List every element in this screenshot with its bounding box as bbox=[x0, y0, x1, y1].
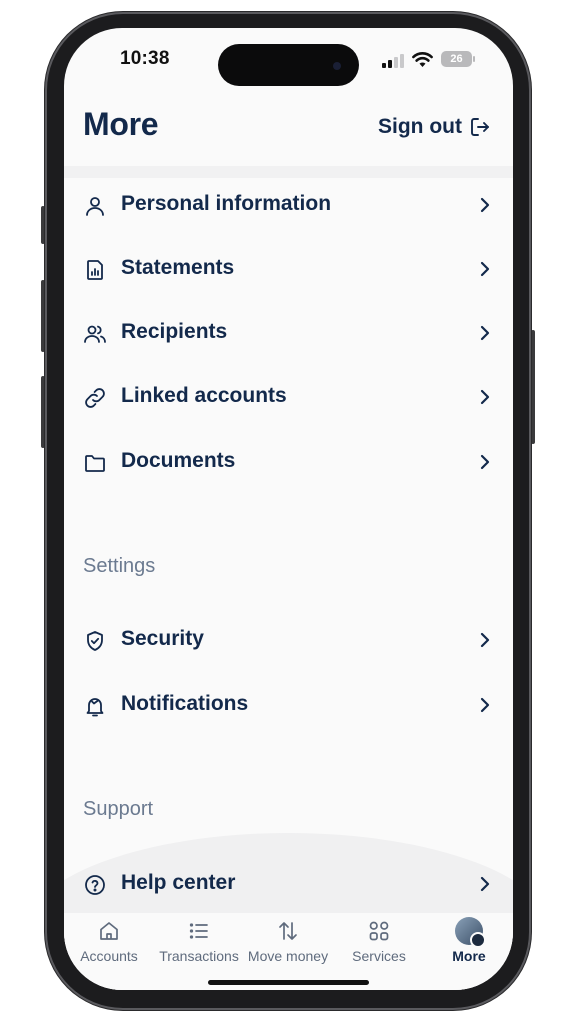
section-heading-settings: Settings bbox=[83, 555, 156, 577]
menu-item-label: Documents bbox=[121, 449, 236, 472]
list-icon bbox=[189, 923, 208, 939]
user-icon bbox=[86, 197, 104, 216]
chevron-right-icon bbox=[480, 389, 490, 405]
shield-check-icon bbox=[87, 631, 103, 651]
page-title: More bbox=[83, 106, 159, 142]
sign-out-label: Sign out bbox=[378, 115, 462, 138]
header-divider bbox=[64, 166, 513, 178]
avatar-icon bbox=[455, 917, 486, 948]
recipients-icon bbox=[84, 325, 106, 343]
chevron-right-icon bbox=[480, 454, 490, 470]
tab-services[interactable]: Services bbox=[334, 913, 424, 973]
chevron-right-icon bbox=[480, 261, 490, 277]
tab-label: More bbox=[452, 948, 486, 964]
menu-item-help-center[interactable]: Help center bbox=[64, 859, 513, 909]
avatar bbox=[455, 917, 486, 948]
sign-out-icon bbox=[471, 118, 489, 136]
tab-move-money[interactable]: Move money bbox=[244, 913, 332, 973]
tab-label: Transactions bbox=[159, 948, 239, 964]
menu-item-label: Security bbox=[121, 627, 204, 650]
menu-item-label: Statements bbox=[121, 256, 235, 279]
help-circle-icon bbox=[85, 875, 105, 895]
menu-item-label: Help center bbox=[121, 871, 236, 894]
menu-item-personal-information[interactable]: Personal information bbox=[64, 180, 513, 230]
status-time: 10:38 bbox=[120, 48, 170, 69]
menu-item-linked-accounts[interactable]: Linked accounts bbox=[64, 372, 513, 422]
menu-item-label: Notifications bbox=[121, 692, 249, 715]
section-heading-support: Support bbox=[83, 798, 154, 820]
battery-level: 26 bbox=[450, 53, 463, 65]
menu-item-label: Linked accounts bbox=[121, 384, 287, 407]
transfer-arrows-icon bbox=[279, 922, 297, 940]
menu-badge-icon bbox=[470, 932, 486, 948]
home-icon bbox=[100, 922, 118, 940]
tab-transactions[interactable]: Transactions bbox=[154, 913, 244, 973]
link-icon bbox=[85, 388, 105, 408]
wifi-icon bbox=[412, 52, 433, 67]
battery-tip bbox=[473, 56, 475, 62]
tab-more[interactable]: More bbox=[424, 913, 513, 973]
menu-item-label: Personal information bbox=[121, 192, 332, 215]
home-indicator bbox=[208, 980, 369, 985]
chevron-right-icon bbox=[480, 632, 490, 648]
menu-item-security[interactable]: Security bbox=[64, 615, 513, 665]
power-button bbox=[531, 330, 535, 444]
battery-icon: 26 bbox=[441, 51, 472, 67]
tab-label: Accounts bbox=[80, 948, 138, 964]
menu-item-recipients[interactable]: Recipients bbox=[64, 308, 513, 358]
chevron-right-icon bbox=[480, 876, 490, 892]
bottom-tab-bar: Accounts Transactions Move money Service… bbox=[64, 913, 513, 990]
screen: 10:38 26 More Sign out Personal informat… bbox=[64, 28, 513, 990]
tab-accounts[interactable]: Accounts bbox=[66, 913, 152, 973]
sign-out-button[interactable]: Sign out bbox=[378, 115, 492, 139]
tab-label: Move money bbox=[247, 948, 329, 964]
menu-item-documents[interactable]: Documents bbox=[64, 437, 513, 487]
chevron-right-icon bbox=[480, 325, 490, 341]
camera-lens bbox=[333, 62, 341, 70]
tab-label: Services bbox=[352, 948, 406, 964]
bell-icon bbox=[86, 698, 104, 717]
cellular-signal-icon bbox=[382, 54, 404, 68]
grid-icon bbox=[369, 921, 389, 941]
statement-icon bbox=[87, 260, 103, 280]
menu-item-notifications[interactable]: Notifications bbox=[64, 680, 513, 730]
folder-icon bbox=[85, 455, 105, 472]
chevron-right-icon bbox=[480, 197, 490, 213]
menu-item-statements[interactable]: Statements bbox=[64, 244, 513, 294]
chevron-right-icon bbox=[480, 697, 490, 713]
menu-item-label: Recipients bbox=[121, 320, 228, 343]
